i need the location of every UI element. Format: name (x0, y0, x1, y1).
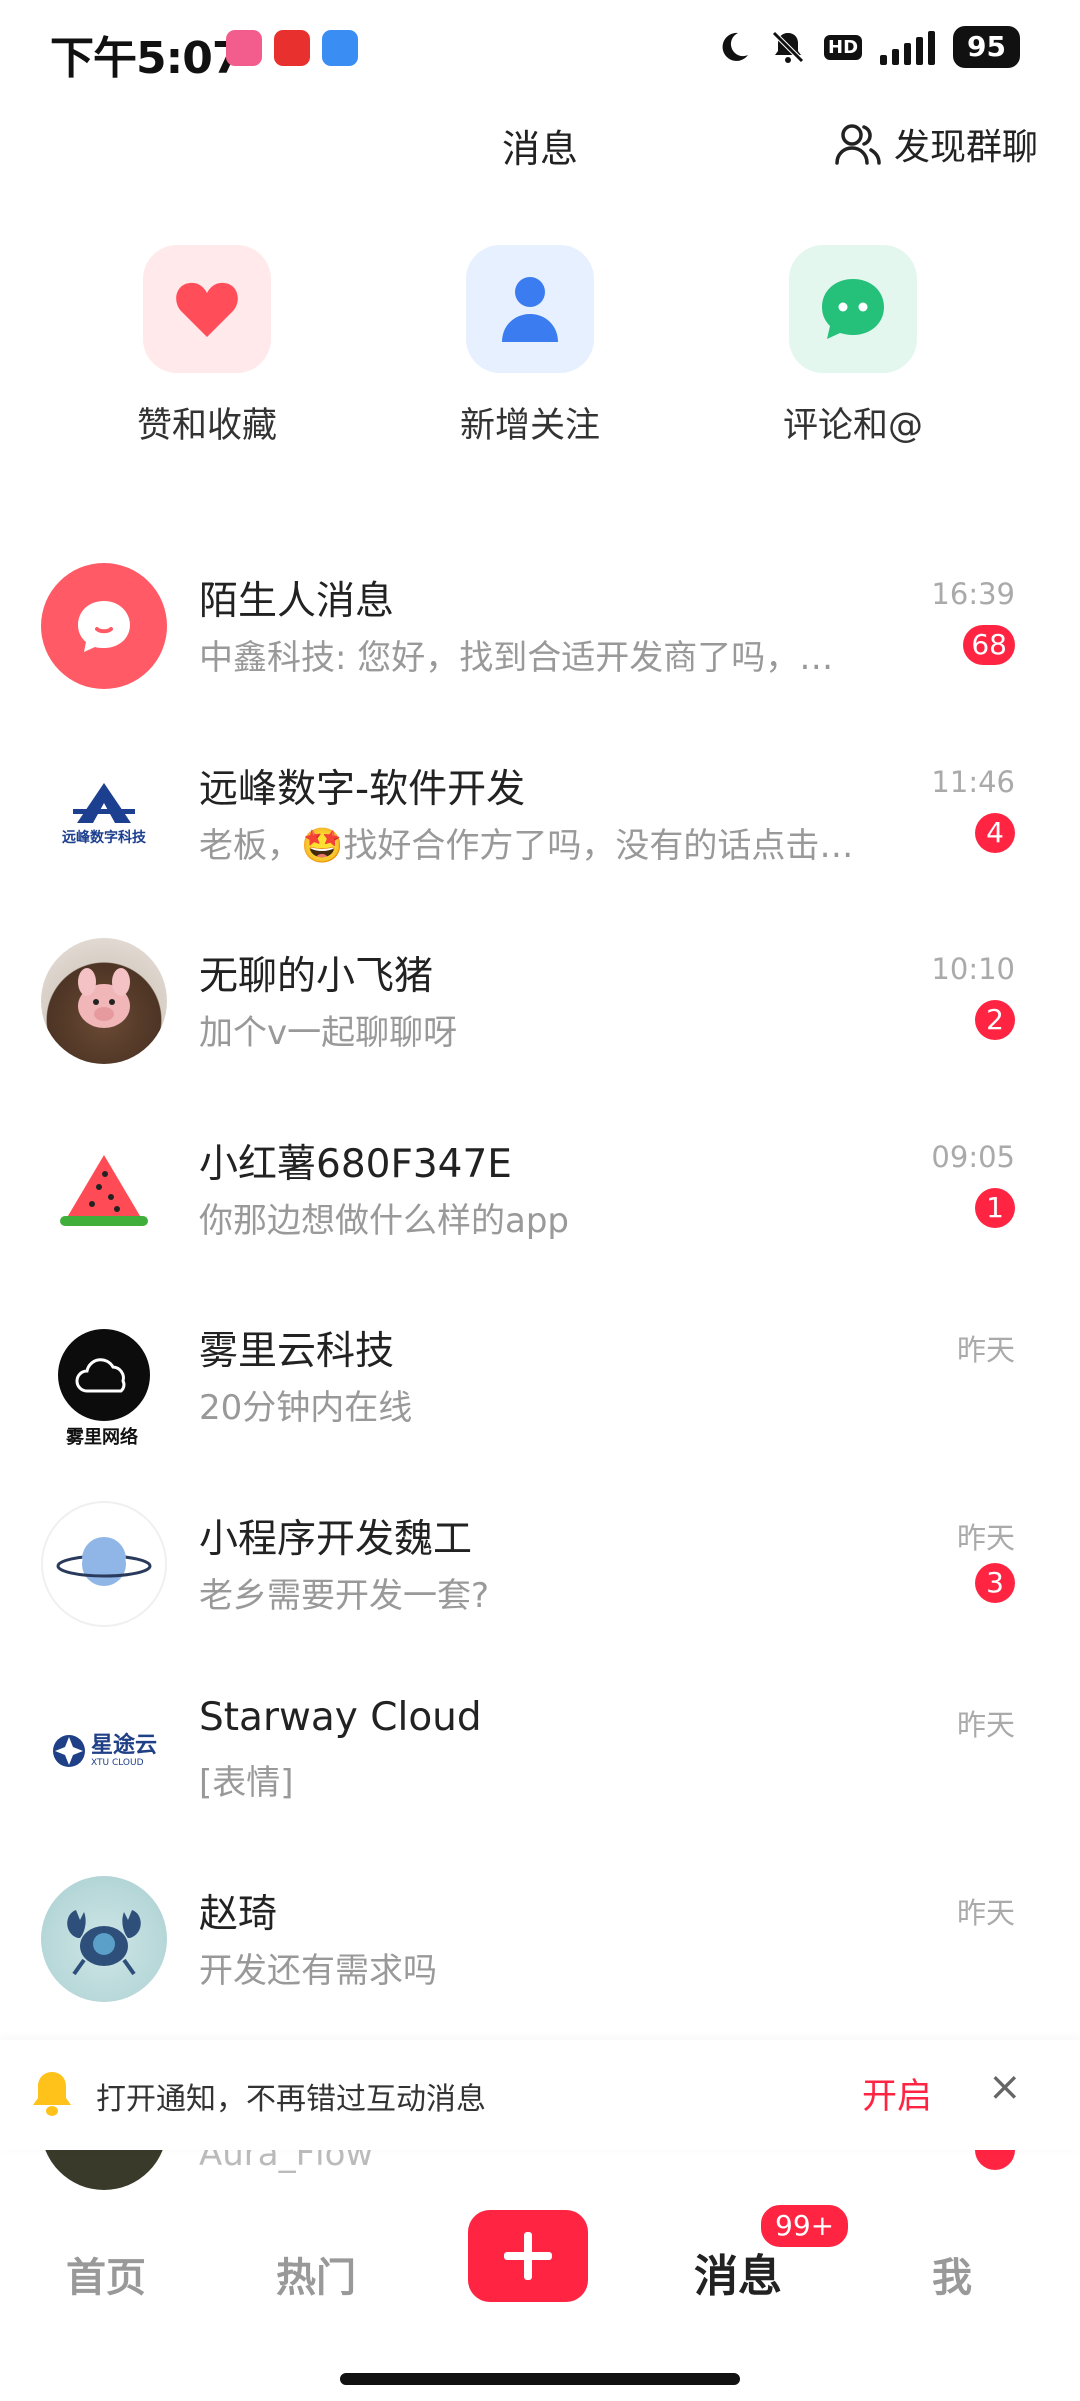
chat-bubble-icon (789, 245, 917, 373)
conversation-row[interactable]: 雾里网络 雾里云科技 20分钟内在线 昨天 (0, 1305, 1080, 1493)
unread-badge (975, 2150, 1015, 2170)
unread-badge: 4 (975, 812, 1015, 853)
stranger-message-icon (41, 563, 167, 689)
conversation-row[interactable]: 小程序开发魏工 老乡需要开发一套? 昨天 3 (0, 1493, 1080, 1681)
new-followers-label: 新增关注 (459, 406, 600, 446)
signal-icon (880, 29, 936, 65)
unread-badge: 68 (963, 625, 1015, 665)
conversation-preview: 中鑫科技: 您好，找到合适开发商了吗，… (199, 638, 834, 678)
conversation-preview: 你那边想做什么样的app (199, 1200, 569, 1241)
tab-messages[interactable]: 消息 (694, 2240, 782, 2304)
unread-badge: 3 (975, 1562, 1015, 1603)
avatar (41, 2150, 167, 2190)
shield-app-icon (322, 30, 358, 66)
starway-logo-text: 星途云 (90, 1733, 157, 1758)
likes-favorites-label: 赞和收藏 (136, 406, 277, 446)
messages-badge: 99+ (758, 2202, 852, 2250)
tab-home[interactable]: 首页 (66, 2245, 146, 2303)
conversation-name: 远峰数字-软件开发 (199, 766, 526, 812)
company-logo-text: 远峰数字科技 (62, 829, 146, 846)
close-icon[interactable]: × (988, 2064, 1022, 2110)
comments-mentions-label: 评论和@ (782, 406, 923, 446)
new-followers-entry[interactable]: 新增关注 (420, 245, 640, 448)
notification-banner: 打开通知，不再错过互动消息 开启 × (0, 2040, 1080, 2150)
user-icon (466, 245, 594, 373)
cloud-logo-text: 雾里网络 (66, 1427, 138, 1448)
enable-notifications-button[interactable]: 开启 (862, 2068, 932, 2119)
conversation-name: 雾里云科技 (199, 1329, 395, 1374)
pig-toy-avatar (41, 938, 167, 1064)
status-indicators: HD 95 (716, 26, 1020, 68)
add-post-button[interactable] (468, 2210, 588, 2302)
conversation-preview: 开发还有需求吗 (199, 1950, 437, 1991)
unread-badge: 1 (975, 1187, 1015, 1228)
starway-logo: 星途云 XTU CLOUD (41, 1688, 167, 1814)
conversation-time: 昨天 (956, 1333, 1015, 1367)
crab-avatar (41, 1875, 167, 2002)
conversation-preview: [表情] (199, 1763, 294, 1803)
conversation-time: 昨天 (956, 1895, 1015, 1930)
banner-text: 打开通知，不再错过互动消息 (96, 2082, 486, 2117)
conversation-row[interactable]: 小红薯680F347E 你那边想做什么样的app 09:05 1 (0, 1118, 1080, 1306)
conversation-time: 昨天 (956, 1520, 1015, 1555)
conversation-time: 昨天 (956, 1708, 1015, 1742)
header: 消息 发现群聊 (0, 110, 1080, 190)
tab-hot[interactable]: 热门 (276, 2245, 356, 2303)
quick-entries: 赞和收藏 新增关注 评论和@ (0, 245, 1080, 465)
conversation-row[interactable]: 远峰数字科技 远峰数字-软件开发 老板，🤩找好合作方了吗，没有的话点击… 11:… (0, 743, 1080, 931)
conversation-preview: 老板，🤩找好合作方了吗，没有的话点击… (199, 825, 854, 866)
moon-icon (722, 32, 749, 61)
conversation-row[interactable]: 无聊的小飞猪 加个v一起聊聊呀 10:10 2 (0, 930, 1080, 1118)
company-logo: 远峰数字科技 (41, 750, 167, 877)
mute-bell-icon (772, 31, 804, 63)
home-indicator (340, 2373, 740, 2385)
cloud-logo (58, 1329, 150, 1421)
bottom-tab-bar: 首页 热门 消息 99+ 我 (0, 2190, 1080, 2350)
comments-mentions-entry[interactable]: 评论和@ (743, 245, 963, 448)
starway-logo-subtext: XTU CLOUD (90, 1758, 144, 1768)
conversation-row[interactable]: 陌生人消息 中鑫科技: 您好，找到合适开发商了吗，… 16:39 68 (0, 555, 1080, 743)
likes-favorites-entry[interactable]: 赞和收藏 (97, 245, 317, 448)
watermelon-avatar (41, 1125, 167, 1252)
discover-group-chat-button[interactable]: 发现群聊 (834, 118, 1038, 170)
conversation-name: 小红薯680F347E (199, 1141, 512, 1187)
plus-icon (504, 2232, 552, 2280)
conversation-name: 陌生人消息 (199, 579, 395, 624)
conversation-name: Aura_Flow (199, 2150, 374, 2174)
bilibili-app-icon (226, 30, 262, 66)
battery-indicator: 95 (953, 26, 1020, 68)
bell-icon (33, 2072, 71, 2116)
conversation-name: 小程序开发魏工 (199, 1516, 473, 1562)
conversation-name: 无聊的小飞猪 (199, 954, 434, 999)
conversation-name: Starway Cloud (199, 1695, 482, 1740)
planet-avatar (41, 1500, 167, 1627)
conversation-row[interactable]: 赵琦 开发还有需求吗 昨天 (0, 1868, 1080, 2056)
discover-label: 发现群聊 (893, 127, 1038, 168)
status-bar: 下午5:07 HD 95 (0, 0, 1080, 100)
conversation-row[interactable]: 星途云 XTU CLOUD Starway Cloud [表情] 昨天 (0, 1680, 1080, 1868)
conversation-time: 11:46 (931, 764, 1015, 799)
unread-badge: 2 (975, 1000, 1015, 1040)
conversation-list: 陌生人消息 中鑫科技: 您好，找到合适开发商了吗，… 16:39 68 远峰数字… (0, 555, 1080, 2055)
heart-icon (143, 245, 271, 373)
conversation-time: 09:05 (931, 1139, 1015, 1174)
conversation-row-partial[interactable]: Aura_Flow (0, 2150, 1080, 2190)
conversation-time: 16:39 (931, 577, 1015, 611)
news-app-icon (274, 30, 310, 66)
conversation-name: 赵琦 (199, 1891, 278, 1937)
hd-icon: HD (824, 34, 863, 60)
users-icon (835, 124, 881, 165)
conversation-preview: 20分钟内在线 (199, 1388, 413, 1428)
conversation-time: 10:10 (931, 952, 1015, 986)
status-time: 下午5:07 (50, 33, 242, 84)
tab-me[interactable]: 我 (932, 2245, 972, 2303)
conversation-preview: 老乡需要开发一套? (199, 1575, 490, 1616)
conversation-preview: 加个v一起聊聊呀 (199, 1013, 458, 1053)
